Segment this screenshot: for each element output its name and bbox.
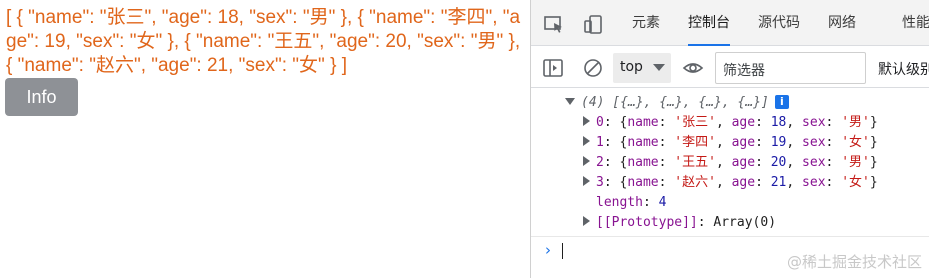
tab-network[interactable]: 网络 xyxy=(828,0,856,46)
context-selector[interactable]: top xyxy=(613,53,671,83)
tab-console[interactable]: 控制台 xyxy=(688,0,730,46)
json-output-text: [ { "name": "张三", "age": 18, "sex": "男" … xyxy=(6,7,521,76)
log-levels-dropdown[interactable]: 默认级别 xyxy=(878,59,929,79)
item-name: '张三' xyxy=(674,115,716,130)
array-item-row[interactable]: 2: {name: '王五', age: 20, sex: '男'} xyxy=(583,153,878,173)
sidebar-toggle-icon[interactable] xyxy=(542,57,564,79)
prototype-value: Array(0) xyxy=(713,215,777,230)
item-age: 21 xyxy=(770,175,787,190)
array-item-row[interactable]: 0: {name: '张三', age: 18, sex: '男'} xyxy=(583,113,878,133)
inspect-element-icon[interactable] xyxy=(543,15,565,35)
length-row: length: 4 xyxy=(596,195,667,210)
console-toolbar: top 默认级别 xyxy=(531,47,929,88)
collapsed-triangle-icon[interactable] xyxy=(583,216,590,226)
console-output: (4) [{…}, {…}, {…}, {…}] i 0: {name: '张三'… xyxy=(531,89,929,278)
context-selector-value: top xyxy=(620,59,643,75)
prototype-row[interactable]: [[Prototype]]: Array(0) xyxy=(583,213,776,233)
devtools-panel: 元素 控制台 源代码 网络 性能 top 默认级别 (4) [{…}, {…},… xyxy=(530,0,929,278)
array-summary: (4) [{…}, {…}, {…}, {…}] xyxy=(581,95,769,110)
item-name: '李四' xyxy=(674,135,716,150)
device-toolbar-icon[interactable] xyxy=(583,15,605,35)
chevron-down-icon xyxy=(653,64,665,71)
collapsed-triangle-icon[interactable] xyxy=(583,176,590,186)
info-icon[interactable]: i xyxy=(774,95,789,109)
devtools-tabbar: 元素 控制台 源代码 网络 性能 xyxy=(531,0,929,46)
info-button[interactable]: Info xyxy=(5,78,78,116)
array-item-row[interactable]: 3: {name: '赵六', age: 21, sex: '女'} xyxy=(583,173,878,193)
expanded-triangle-icon[interactable] xyxy=(565,98,575,105)
item-index: 2 xyxy=(596,155,604,170)
item-index: 0 xyxy=(596,115,604,130)
page-preview: [ { "name": "张三", "age": 18, "sex": "男" … xyxy=(0,0,530,278)
item-sex: '男' xyxy=(841,155,870,170)
live-expression-eye-icon[interactable] xyxy=(682,57,704,79)
tab-elements[interactable]: 元素 xyxy=(632,0,660,46)
item-age: 20 xyxy=(770,155,787,170)
collapsed-triangle-icon[interactable] xyxy=(583,116,590,126)
array-item-row[interactable]: 1: {name: '李四', age: 19, sex: '女'} xyxy=(583,133,878,153)
text-cursor xyxy=(562,243,563,259)
tab-performance[interactable]: 性能 xyxy=(902,0,929,46)
item-sex: '女' xyxy=(841,135,870,150)
collapsed-triangle-icon[interactable] xyxy=(583,156,590,166)
prompt-chevron-icon: › xyxy=(545,241,551,259)
item-sex: '男' xyxy=(841,115,870,130)
item-name: '赵六' xyxy=(674,175,716,190)
item-sex: '女' xyxy=(841,175,870,190)
length-value: 4 xyxy=(658,195,667,210)
prototype-key: [[Prototype]] xyxy=(596,215,698,230)
clear-console-icon[interactable] xyxy=(582,57,604,79)
item-index: 3 xyxy=(596,175,604,190)
item-age: 18 xyxy=(770,115,787,130)
length-key: length xyxy=(596,195,643,210)
item-name: '王五' xyxy=(674,155,716,170)
collapsed-triangle-icon[interactable] xyxy=(583,136,590,146)
array-summary-row[interactable]: (4) [{…}, {…}, {…}, {…}] i xyxy=(565,93,789,113)
tab-sources[interactable]: 源代码 xyxy=(758,0,800,46)
watermark: @稀土掘金技术社区 xyxy=(786,253,922,271)
item-age: 19 xyxy=(770,135,787,150)
console-filter-input[interactable] xyxy=(715,52,866,84)
item-index: 1 xyxy=(596,135,604,150)
